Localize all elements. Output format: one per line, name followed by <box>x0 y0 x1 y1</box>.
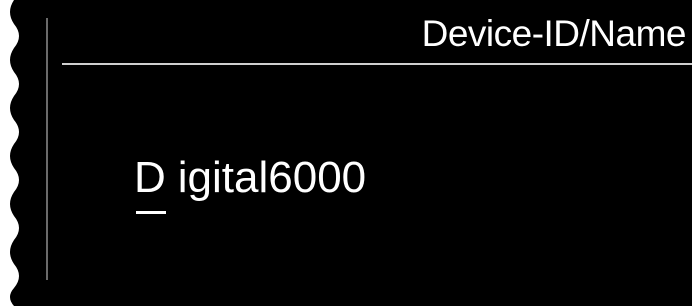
device-name-text: igital6000 <box>177 153 367 202</box>
torn-edge-decoration <box>0 0 19 306</box>
page-title: Device-ID/Name <box>421 13 687 54</box>
header-divider <box>62 63 692 65</box>
device-display-screen: Device-ID/Name D igital6000 <box>0 0 692 306</box>
cursor-character[interactable]: D <box>134 152 166 214</box>
device-name-field[interactable]: D igital6000 <box>134 152 367 214</box>
left-border-line <box>46 18 48 280</box>
